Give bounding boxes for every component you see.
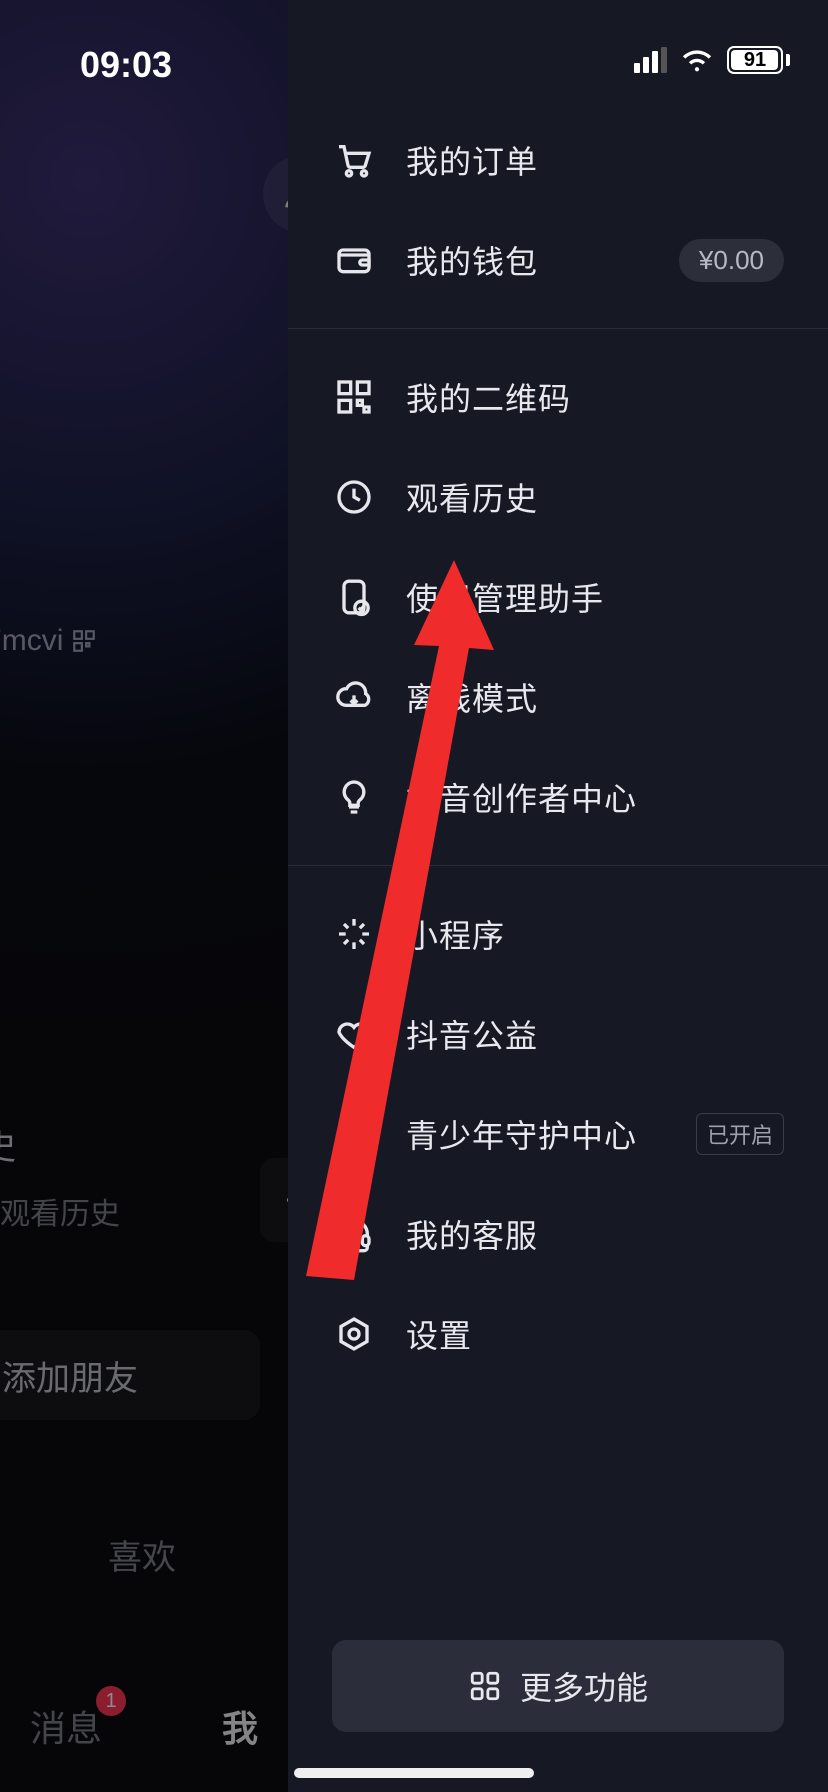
nav-messages[interactable]: 消息 [30,1700,102,1752]
watch-history-subtitle: 快速找到观看历史 [0,1189,120,1233]
teen-mode-status: 已开启 [696,1113,784,1155]
menu-item-label: 观看历史 [406,474,784,520]
qrcode-icon [332,375,376,419]
menu-item-label: 小程序 [406,911,784,957]
menu-item-label: 我的二维码 [406,374,784,420]
user-id-text: lyp8rvm7mcvi [0,624,63,658]
menu-item-history[interactable]: 观看历史 [288,447,828,547]
menu-item-label: 我的订单 [406,137,784,183]
menu-group-1: 我的订单 我的钱包 ¥0.00 [288,110,828,328]
cloud-download-icon [332,675,376,719]
add-friend-button[interactable]: 添加朋友 [0,1330,260,1420]
side-drawer: 我的订单 我的钱包 ¥0.00 我的二维码 观看历史 [288,0,828,1792]
menu-item-label: 设置 [406,1311,784,1357]
wallet-icon [332,238,376,282]
more-features-label: 更多功能 [520,1663,648,1709]
mini-program-icon [332,912,376,956]
phone-check-icon [332,575,376,619]
nav-me[interactable]: 我 [222,1700,258,1752]
headset-icon [332,1212,376,1256]
menu-item-wallet[interactable]: 我的钱包 ¥0.00 [288,210,828,310]
menu-item-label: 我的客服 [406,1211,784,1257]
menu-item-qrcode[interactable]: 我的二维码 [288,347,828,447]
watch-history-title: 观看历史 [0,1120,120,1169]
add-friend-label: 添加朋友 [2,1351,138,1400]
cart-icon [332,138,376,182]
qr-mini-icon [71,628,97,654]
menu-item-creator[interactable]: 抖音创作者中心 [288,747,828,847]
menu-item-label: 抖音创作者中心 [406,774,784,820]
menu-item-miniprogram[interactable]: 小程序 [288,884,828,984]
tab-likes[interactable]: 喜欢 [108,1530,176,1579]
menu-item-label: 离线模式 [406,674,784,720]
watch-history-card[interactable]: 观看历史 快速找到观看历史 [0,1120,120,1233]
wallet-balance-badge: ¥0.00 [679,239,784,282]
menu-group-2: 我的二维码 观看历史 使用管理助手 离线模式 [288,328,828,865]
profile-tabs: 收藏 喜欢 [0,1530,176,1579]
more-features-button[interactable]: 更多功能 [332,1640,784,1732]
menu-item-settings[interactable]: 设置 [288,1284,828,1384]
home-indicator [294,1768,534,1778]
menu-item-label: 使用管理助手 [406,574,784,620]
menu-item-offline[interactable]: 离线模式 [288,647,828,747]
menu-item-label: 抖音公益 [406,1011,784,1057]
menu-group-3: 小程序 抖音公益 青少年守护中心 已开启 我的客服 [288,865,828,1402]
clock-icon [332,475,376,519]
user-id: lyp8rvm7mcvi [0,624,97,658]
menu-item-label: 青少年守护中心 [406,1111,666,1157]
menu-item-orders[interactable]: 我的订单 [288,110,828,210]
gear-icon [332,1312,376,1356]
lightbulb-icon [332,775,376,819]
menu-item-teen[interactable]: 青少年守护中心 已开启 [288,1084,828,1184]
menu-item-label: 我的钱包 [406,237,649,283]
sprout-icon [332,1112,376,1156]
menu-item-charity[interactable]: 抖音公益 [288,984,828,1084]
menu-item-usage[interactable]: 使用管理助手 [288,547,828,647]
heart-icon [332,1012,376,1056]
menu-item-support[interactable]: 我的客服 [288,1184,828,1284]
grid-icon [468,1669,502,1703]
